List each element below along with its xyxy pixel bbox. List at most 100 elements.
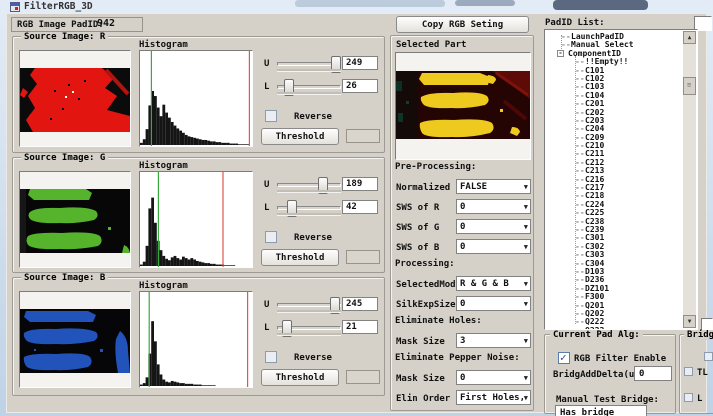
tree-item[interactable]: --C302 [547, 243, 683, 251]
param-label: Mask Size [396, 337, 445, 347]
tree-item[interactable]: --C239 [547, 226, 683, 234]
chevron-down-icon: ▼ [524, 203, 528, 211]
tree-item[interactable]: --C104 [547, 92, 683, 100]
rgb-filter-enable-checkbox[interactable] [558, 352, 570, 364]
tree-item[interactable]: --C303 [547, 251, 683, 259]
tree-item[interactable]: --C238 [547, 218, 683, 226]
param-dropdown[interactable]: R & G & B▼ [456, 276, 531, 291]
tree-item[interactable]: --C202 [547, 109, 683, 117]
tree-item[interactable]: --C201 [547, 100, 683, 108]
tree-scrollbar[interactable]: ▲ ▼ [683, 31, 696, 328]
tree-item[interactable]: --C301 [547, 234, 683, 242]
u-slider-b[interactable] [277, 303, 341, 307]
bridge-tl-label: TL [697, 368, 708, 378]
tree-item[interactable]: --Q222 [547, 318, 683, 326]
tree-item[interactable]: --C218 [547, 192, 683, 200]
tree-item[interactable]: --C203 [547, 117, 683, 125]
tree-item[interactable]: --D103 [547, 268, 683, 276]
bridge-l-label: L [697, 394, 702, 404]
tree-item[interactable]: --C209 [547, 134, 683, 142]
l-slider-shadow-g [277, 213, 341, 216]
tree-item[interactable]: --C211 [547, 150, 683, 158]
l-value-g[interactable]: 42 [342, 200, 378, 214]
source-image-r-label: Source Image: R [21, 32, 108, 42]
param-dropdown[interactable]: 0▼ [456, 239, 531, 254]
blue-channel-image [20, 309, 130, 373]
threshold-button-b[interactable]: Threshold [261, 369, 339, 386]
l-value-b[interactable]: 21 [342, 320, 378, 334]
u-slider-shadow-g [277, 190, 341, 193]
histogram-g-canvas [139, 171, 253, 268]
tree-item[interactable]: --C101 [547, 67, 683, 75]
chevron-down-icon: ▼ [524, 300, 528, 308]
current-pad-alg-label: Current Pad Alg: [550, 330, 643, 340]
manual-test-bridge-input[interactable]: Has bridge [555, 405, 647, 416]
tree-item[interactable]: --C224 [547, 201, 683, 209]
l-slider-b[interactable] [277, 326, 341, 330]
param-dropdown[interactable]: 0▼ [456, 370, 531, 385]
tree-item[interactable]: --C225 [547, 209, 683, 217]
dropdown-value: 0 [460, 202, 465, 212]
bridge-tl-checkbox[interactable] [684, 367, 693, 376]
u-slider-g[interactable] [277, 183, 341, 187]
chevron-down-icon: ▼ [524, 374, 528, 382]
l-value-r[interactable]: 26 [342, 79, 378, 93]
threshold-button-g[interactable]: Threshold [261, 249, 339, 266]
tree-item[interactable]: --C216 [547, 176, 683, 184]
param-dropdown[interactable]: 0▼ [456, 219, 531, 234]
source-image-g-group: Source Image: G Histogram U 189 L 42 [12, 157, 385, 273]
chevron-down-icon: ▼ [524, 223, 528, 231]
tree-item[interactable]: --C213 [547, 167, 683, 175]
padid-tree[interactable]: --LaunchPadID--Manual Select-ComponentID… [544, 29, 698, 330]
histogram-r-label: Histogram [139, 40, 188, 50]
tree-item[interactable]: --C304 [547, 260, 683, 268]
param-dropdown[interactable]: 3▼ [456, 333, 531, 348]
tree-item[interactable]: --C210 [547, 142, 683, 150]
param-dropdown[interactable]: 0▼ [456, 296, 531, 311]
selected-part-label: Selected Part [396, 40, 466, 50]
dropdown-value: 0 [460, 222, 465, 232]
padid-value: 942 [97, 19, 115, 29]
u-slider-shadow-r [277, 69, 341, 72]
tree-item[interactable]: --C204 [547, 125, 683, 133]
reverse-checkbox-g[interactable] [265, 231, 277, 243]
tree-item[interactable]: --Q201 [547, 302, 683, 310]
u-value-g[interactable]: 189 [342, 177, 378, 191]
tree-item[interactable]: --C217 [547, 184, 683, 192]
title-bar[interactable]: FilterRGB_3D [0, 0, 713, 13]
manual-test-bridge-label: Manual Test Bridge: [556, 395, 659, 405]
bridge-add-delta-input[interactable]: 0 [634, 366, 672, 381]
tree-item[interactable]: --DZ101 [547, 285, 683, 293]
bridge-cut-checkbox[interactable] [704, 352, 713, 361]
reverse-checkbox-r[interactable] [265, 110, 277, 122]
param-dropdown[interactable]: First Holes,▼ [456, 390, 531, 405]
red-channel-image [20, 68, 130, 132]
u-value-b[interactable]: 245 [342, 297, 378, 311]
l-slider-g[interactable] [277, 206, 341, 210]
reverse-label-g: Reverse [294, 233, 332, 243]
scroll-thumb[interactable] [683, 77, 696, 95]
tree-item[interactable]: --Q202 [547, 310, 683, 318]
l-slider-r[interactable] [277, 85, 341, 89]
tree-item[interactable]: --D236 [547, 276, 683, 284]
copy-rgb-setting-button[interactable]: Copy RGB Seting [396, 16, 529, 33]
u-value-r[interactable]: 249 [342, 56, 378, 70]
u-slider-r[interactable] [277, 62, 341, 66]
scroll-down-button[interactable]: ▼ [683, 315, 696, 328]
bridge-l-checkbox[interactable] [684, 393, 693, 402]
threshold-button-r[interactable]: Threshold [261, 128, 339, 145]
l-slider-shadow-b [277, 333, 341, 336]
tree-item[interactable]: --C103 [547, 83, 683, 91]
tree-item[interactable]: --F300 [547, 293, 683, 301]
param-label: SWS of R [396, 203, 439, 213]
param-dropdown[interactable]: 0▼ [456, 199, 531, 214]
tree-item[interactable]: --!!Empty!! [547, 58, 683, 66]
tree-collapse-icon[interactable]: - [557, 50, 564, 57]
reverse-checkbox-b[interactable] [265, 351, 277, 363]
processing-panel: Pre-Processing:NormalizedFALSE▼SWS of R0… [395, 162, 533, 410]
u-label-g: U [264, 180, 269, 190]
tree-item[interactable]: --C102 [547, 75, 683, 83]
scroll-up-button[interactable]: ▲ [683, 31, 696, 44]
param-dropdown[interactable]: FALSE▼ [456, 179, 531, 194]
tree-item[interactable]: --C212 [547, 159, 683, 167]
